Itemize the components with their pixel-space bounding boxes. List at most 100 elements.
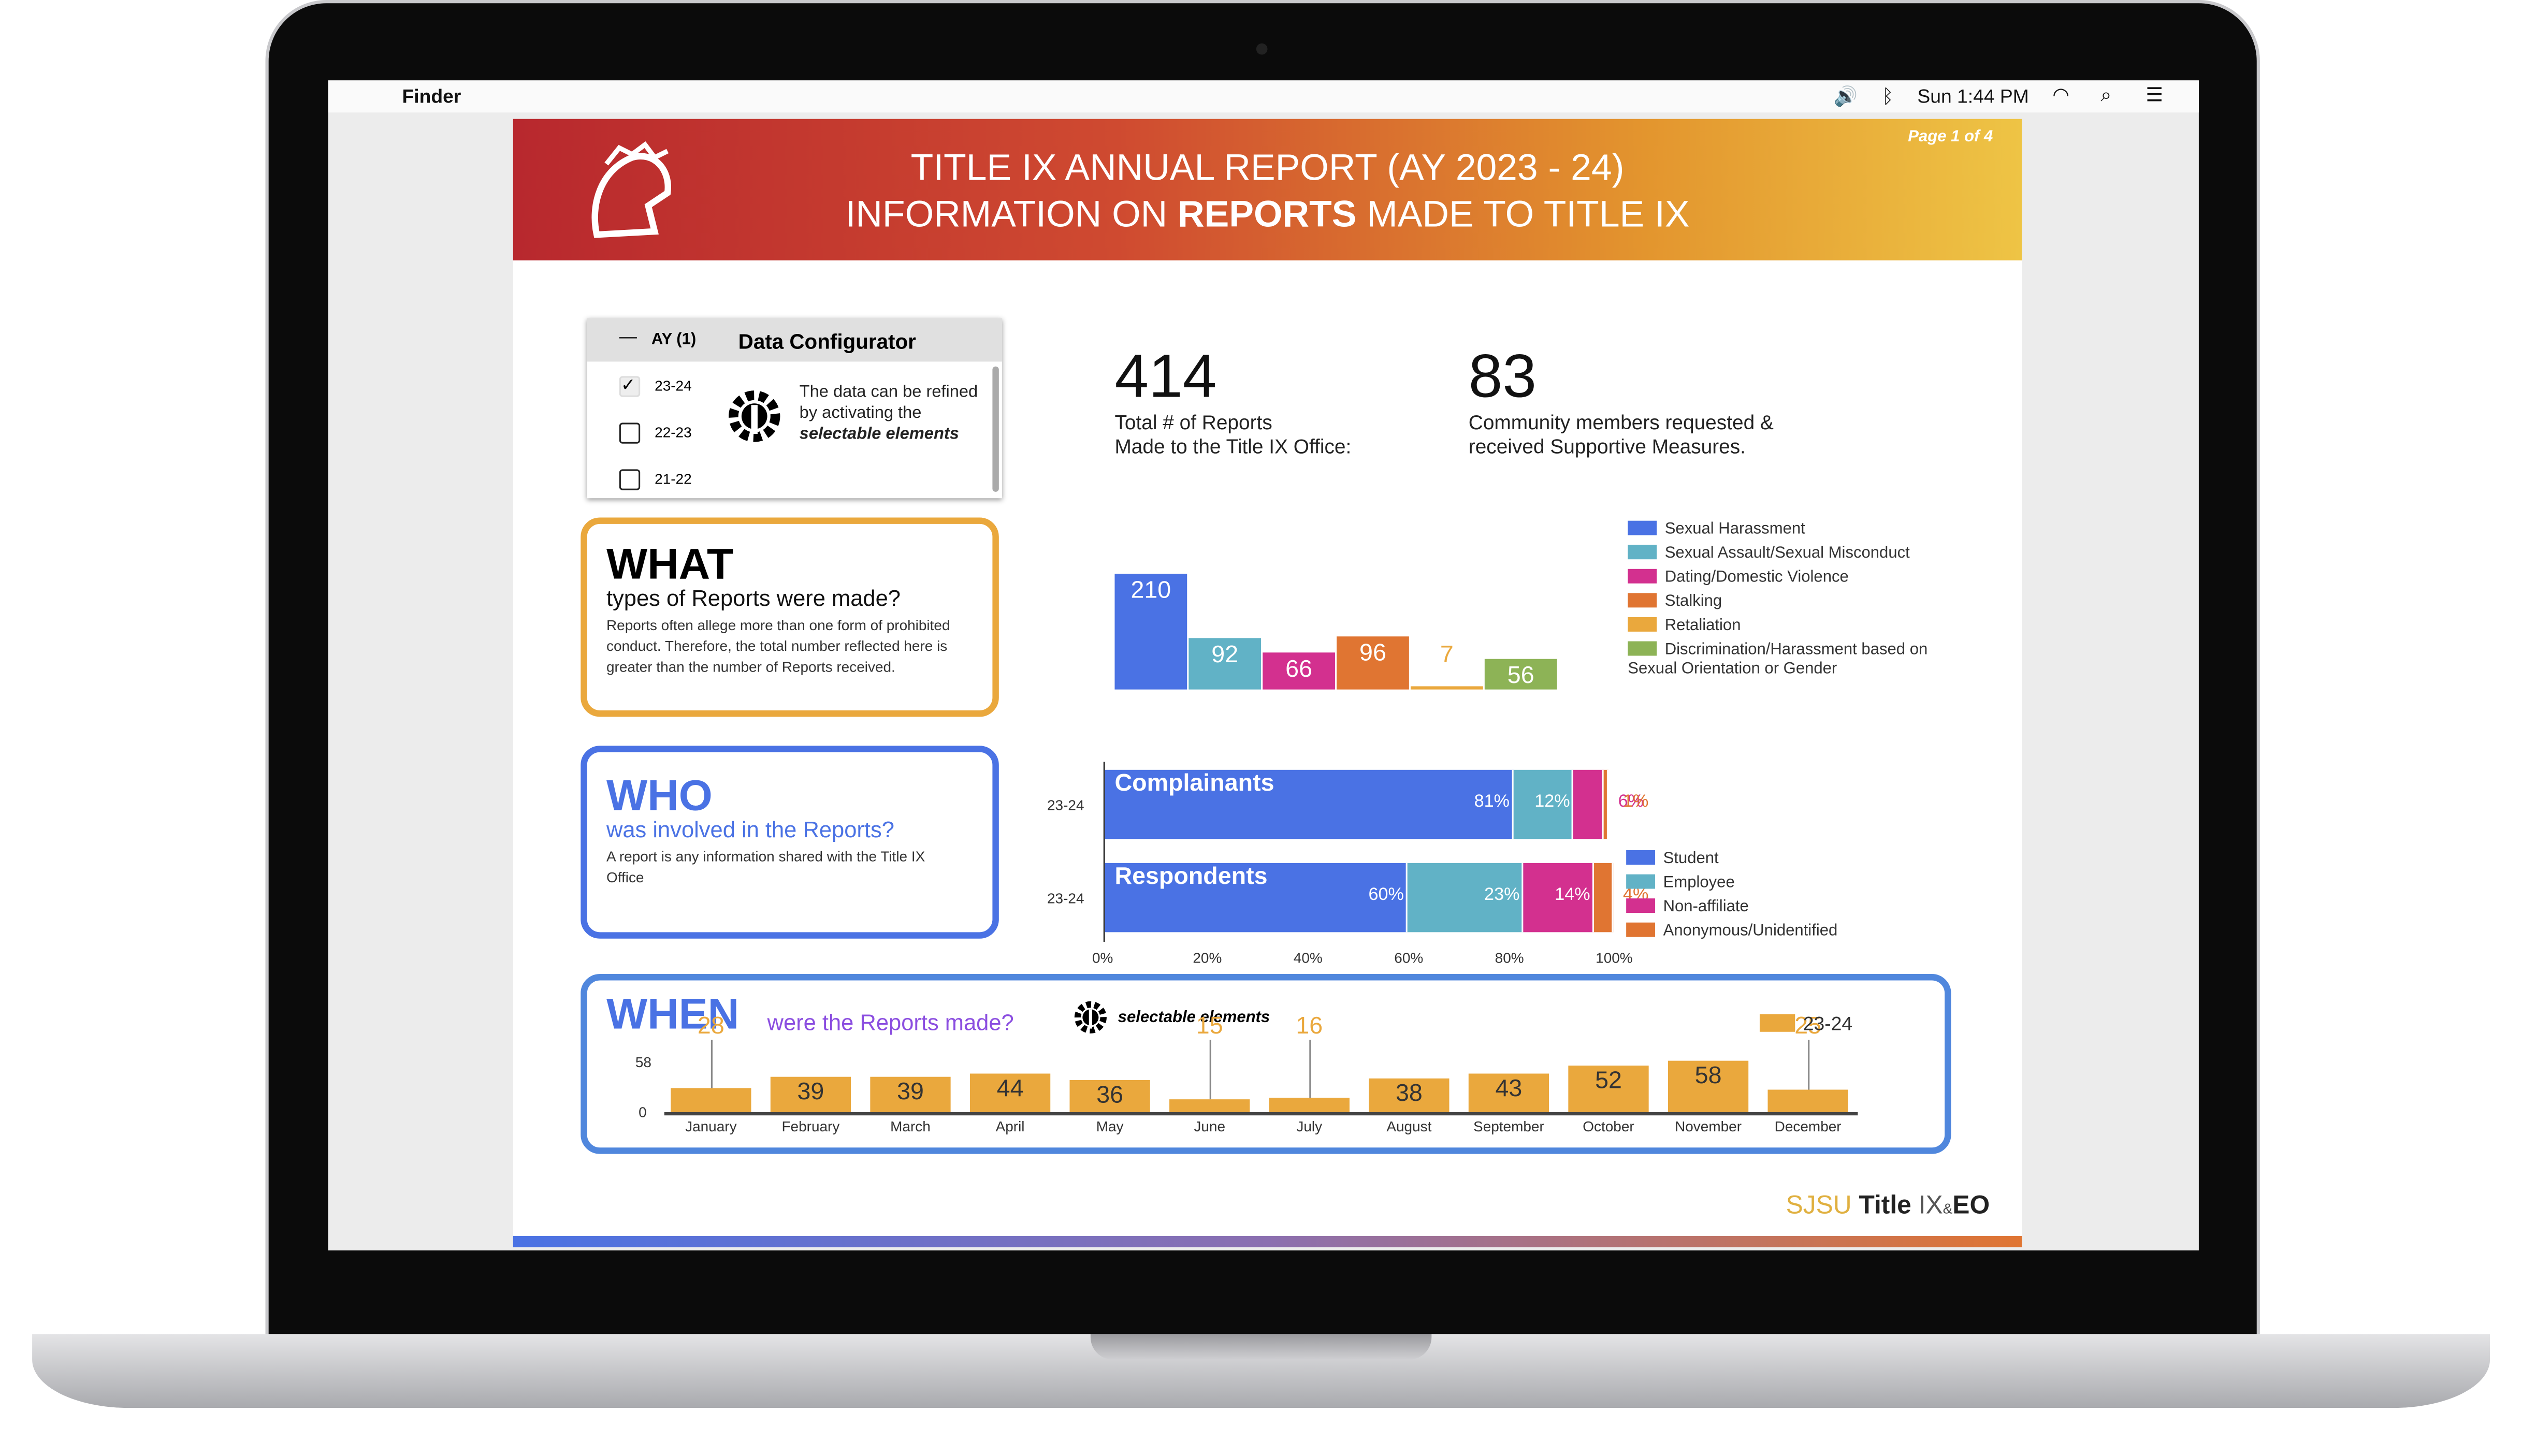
legend-label: Retaliation (1664, 617, 1741, 635)
month-label: September (1473, 1118, 1544, 1135)
type-legend-item: Sexual Assault/Sexual Misconduct (1628, 545, 1910, 562)
who-legend-item: Non-affiliate (1626, 898, 1749, 916)
y-tick: 58 (635, 1054, 651, 1071)
camera (1256, 43, 1268, 55)
clock[interactable]: Sun 1:44 PM (1917, 85, 2028, 108)
month-value-label: 43 (1495, 1075, 1523, 1103)
month-label: November (1675, 1118, 1742, 1135)
segment-label: 1% (1622, 792, 1649, 812)
segment-label: 81% (1474, 792, 1510, 812)
type-legend-item: Retaliation (1628, 617, 1741, 635)
type-legend-item: Discrimination/Harassment based on Sexua… (1628, 641, 1933, 679)
type-bar-label: 96 (1359, 639, 1386, 667)
month-value-label: 15 (1196, 1012, 1223, 1040)
row-label: 23-24 (1047, 797, 1084, 813)
logo-ix: IX (1918, 1192, 1943, 1220)
month-label: December (1774, 1118, 1842, 1135)
laptop-notch (1090, 1334, 1432, 1360)
segment-label: 23% (1484, 885, 1520, 905)
who-legend-item: Employee (1626, 874, 1735, 892)
stat-label-line: Community members requested & (1468, 411, 1774, 434)
type-legend-item: Dating/Domestic Violence (1628, 569, 1849, 587)
stat-label-line: received Supportive Measures. (1468, 435, 1746, 458)
segment-label: 14% (1555, 885, 1590, 905)
volume-icon[interactable]: 🔊 (1834, 85, 1858, 108)
stacked-segment[interactable] (1603, 769, 1608, 839)
month-bar[interactable] (1169, 1099, 1250, 1112)
label-leader (711, 1040, 713, 1088)
bar-title: Complainants (1114, 769, 1274, 797)
legend-label: Non-affiliate (1663, 898, 1749, 916)
x-tick: 60% (1394, 950, 1424, 966)
month-legend-item: 23-24 (1759, 1013, 1852, 1035)
y-tick: 0 (639, 1104, 647, 1120)
type-bar-label: 92 (1211, 642, 1239, 669)
month-label: May (1096, 1118, 1124, 1135)
month-label: June (1194, 1118, 1226, 1135)
bluetooth-icon[interactable]: ᛒ (1882, 85, 1893, 108)
month-value-label: 16 (1296, 1012, 1323, 1040)
logo-eo: EO (1952, 1192, 1990, 1220)
logo-title: Title (1859, 1192, 1911, 1220)
finder-menu[interactable]: Finder (402, 85, 461, 108)
month-value-label: 44 (996, 1074, 1024, 1102)
label-leader (1209, 1040, 1211, 1099)
label-leader (1808, 1040, 1810, 1090)
wifi-icon[interactable]: ◠ (2052, 83, 2069, 106)
logo-sjsu: SJSU (1786, 1192, 1852, 1220)
who-legend-item: Student (1626, 850, 1719, 868)
month-label: October (1583, 1118, 1634, 1135)
bar-title: Respondents (1114, 863, 1268, 891)
x-axis (664, 1112, 1858, 1116)
stat-label-line: Total # of Reports (1114, 411, 1272, 434)
x-tick: 40% (1293, 950, 1323, 966)
stat-value: 83 (1468, 344, 1537, 412)
month-label: August (1386, 1118, 1432, 1135)
x-tick: 100% (1596, 950, 1633, 966)
footer-bar (513, 1235, 2022, 1247)
logo-amp: & (1943, 1200, 1953, 1217)
month-bar[interactable] (671, 1087, 751, 1112)
type-bar-label: 56 (1507, 662, 1534, 689)
segment-label: 12% (1534, 792, 1570, 812)
legend-label: Sexual Assault/Sexual Misconduct (1664, 545, 1910, 563)
stat-value: 414 (1114, 344, 1217, 412)
stacked-segment[interactable] (1573, 769, 1604, 839)
month-value-label: 28 (697, 1012, 724, 1040)
legend-label: Sexual Harassment (1664, 520, 1805, 538)
type-bar-label: 66 (1285, 656, 1313, 684)
list-icon[interactable]: ☰ (2146, 83, 2163, 106)
legend-label: Discrimination/Harassment based on Sexua… (1628, 641, 1928, 678)
stat-label: Total # of Reports Made to the Title IX O… (1114, 412, 1351, 460)
search-icon[interactable]: ⌕ (2100, 83, 2111, 108)
month-label: January (685, 1118, 737, 1135)
type-legend-item: Sexual Harassment (1628, 520, 1805, 538)
month-value-label: 38 (1395, 1080, 1423, 1108)
month-label: February (781, 1118, 840, 1135)
type-bar[interactable] (1410, 686, 1483, 690)
month-value-label: 52 (1595, 1067, 1622, 1095)
report-page: TITLE IX ANNUAL REPORT (AY 2023 - 24) IN… (513, 119, 2022, 1247)
label-leader (1309, 1040, 1311, 1098)
x-tick: 80% (1495, 950, 1524, 966)
x-tick: 20% (1193, 950, 1222, 966)
row-label: 23-24 (1047, 890, 1084, 907)
legend-label: Employee (1663, 874, 1735, 892)
screen: Finder 🔊 ᛒ Sun 1:44 PM ◠ ⌕ ☰ TITLE IX AN… (328, 80, 2199, 1250)
type-bar-label: 210 (1130, 577, 1171, 605)
type-legend-item: Stalking (1628, 593, 1722, 611)
stacked-segment[interactable] (1593, 863, 1614, 933)
type-bar-label: 7 (1440, 640, 1454, 668)
month-label: March (890, 1118, 931, 1135)
month-value-label: 39 (897, 1079, 924, 1107)
month-bar[interactable] (1767, 1090, 1848, 1112)
month-label: July (1296, 1118, 1323, 1135)
sjsu-titleix-logo: SJSU Title IX&EO (1786, 1192, 1990, 1221)
month-value-label: 58 (1694, 1062, 1722, 1090)
legend-label: Dating/Domestic Violence (1664, 569, 1849, 587)
segment-label: 60% (1368, 885, 1404, 905)
month-bar[interactable] (1269, 1098, 1350, 1112)
month-value-label: 36 (1096, 1082, 1124, 1110)
legend-label: Student (1663, 850, 1719, 868)
who-legend-item: Anonymous/Unidentified (1626, 922, 1837, 940)
